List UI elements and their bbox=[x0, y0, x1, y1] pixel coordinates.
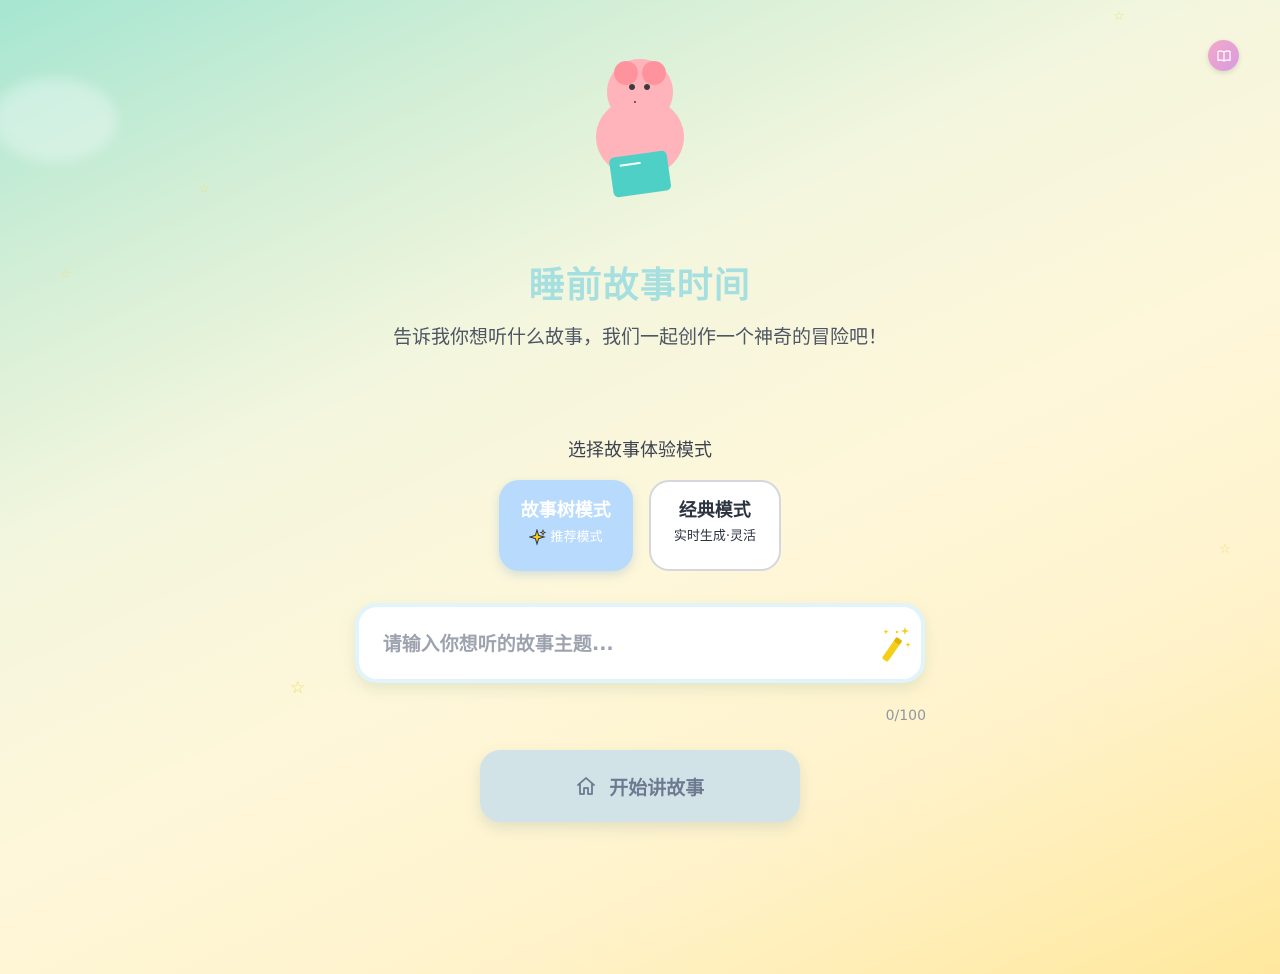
story-topic-input-container bbox=[355, 603, 925, 683]
magic-wand-icon[interactable] bbox=[879, 625, 913, 663]
start-story-label: 开始讲故事 bbox=[609, 776, 705, 799]
page-title: 睡前故事时间 bbox=[528, 265, 751, 306]
start-story-button[interactable]: 开始讲故事 bbox=[480, 750, 800, 822]
mode-subtitle: 推荐模式 bbox=[550, 529, 603, 545]
background-cloud bbox=[0, 78, 117, 162]
pig-mascot-illustration bbox=[596, 59, 684, 198]
home-icon bbox=[577, 777, 596, 795]
story-topic-input[interactable] bbox=[381, 623, 855, 665]
classic-mode-button[interactable]: 经典模式 实时生成·灵活 bbox=[649, 480, 781, 571]
story-library-button[interactable] bbox=[1208, 40, 1239, 71]
mode-select-label: 选择故事体验模式 bbox=[568, 440, 712, 461]
star-icon: ☆ bbox=[1219, 542, 1231, 557]
mode-title: 故事树模式 bbox=[521, 500, 611, 521]
star-icon: ☆ bbox=[1113, 9, 1125, 24]
mode-title: 经典模式 bbox=[679, 500, 751, 521]
character-counter: 0/100 bbox=[885, 708, 926, 724]
mode-subtitle: 实时生成·灵活 bbox=[673, 529, 757, 544]
book-icon bbox=[1216, 49, 1231, 62]
star-icon: ☆ bbox=[290, 678, 306, 698]
star-icon: ☆ bbox=[198, 182, 210, 197]
sparkle-icon bbox=[529, 529, 547, 546]
page-subtitle: 告诉我你想听什么故事，我们一起创作一个神奇的冒险吧！ bbox=[392, 326, 887, 348]
story-tree-mode-button[interactable]: 故事树模式 推荐模式 bbox=[499, 480, 633, 571]
